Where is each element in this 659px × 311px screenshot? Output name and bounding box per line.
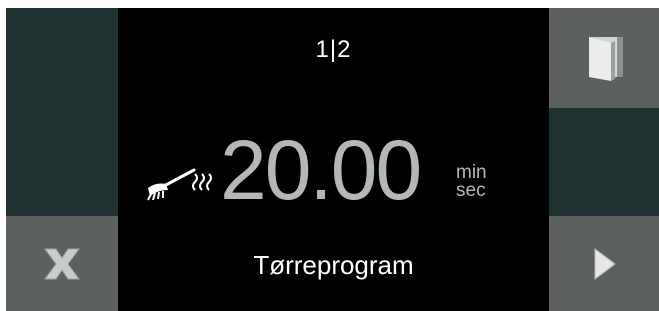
left-top-blank-tile <box>6 8 118 216</box>
time-unit-sec: sec <box>456 180 486 201</box>
play-arrow-icon <box>549 216 659 311</box>
cancel-button[interactable] <box>6 216 118 311</box>
next-button[interactable] <box>549 216 659 311</box>
program-label: Tørreprogram <box>253 250 414 280</box>
oven-control-panel: 1|2 20.00 min sec Tørreprogram <box>6 8 659 311</box>
door-button[interactable] <box>549 8 659 108</box>
close-icon <box>6 216 118 311</box>
step-indicator: 1|2 <box>315 36 352 63</box>
timer-row: 20.00 min sec <box>118 126 549 216</box>
door-icon <box>549 8 659 108</box>
time-display: 20.00 <box>220 123 422 217</box>
right-mid-blank-tile <box>549 108 659 216</box>
steam-icon <box>192 173 212 191</box>
center-display: 1|2 20.00 min sec Tørreprogram <box>118 8 549 311</box>
